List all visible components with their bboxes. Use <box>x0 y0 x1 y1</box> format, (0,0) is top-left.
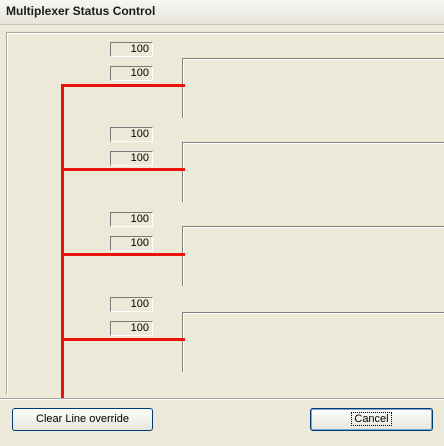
channel-2-display <box>182 142 444 202</box>
clear-line-override-label: Clear Line override <box>36 413 129 425</box>
channel-2-value-top[interactable]: 100 <box>110 127 153 142</box>
channel-3-value-bottom[interactable]: 100 <box>110 236 153 251</box>
channel-4-line[interactable] <box>61 338 185 341</box>
title-bar: Multiplexer Status Control <box>0 0 444 25</box>
channel-3-line[interactable] <box>61 253 185 256</box>
channel-2-value-bottom[interactable]: 100 <box>110 151 153 166</box>
channel-1-value-bottom[interactable]: 100 <box>110 66 153 81</box>
channel-1-display <box>182 58 444 118</box>
bus-line <box>61 84 64 398</box>
channel-1-line[interactable] <box>61 84 185 87</box>
channel-1-value-top[interactable]: 100 <box>110 42 153 57</box>
channel-3-display <box>182 226 444 286</box>
channel-4-display <box>182 312 444 372</box>
channel-3-value-top[interactable]: 100 <box>110 212 153 227</box>
channel-4-value-bottom[interactable]: 100 <box>110 321 153 336</box>
cancel-label: Cancel <box>351 412 392 426</box>
channel-2-line[interactable] <box>61 168 185 171</box>
button-separator <box>0 398 444 400</box>
clear-line-override-button[interactable]: Clear Line override <box>12 408 153 431</box>
window-title: Multiplexer Status Control <box>6 4 156 18</box>
cancel-button[interactable]: Cancel <box>310 408 433 431</box>
channel-4-value-top[interactable]: 100 <box>110 297 153 312</box>
